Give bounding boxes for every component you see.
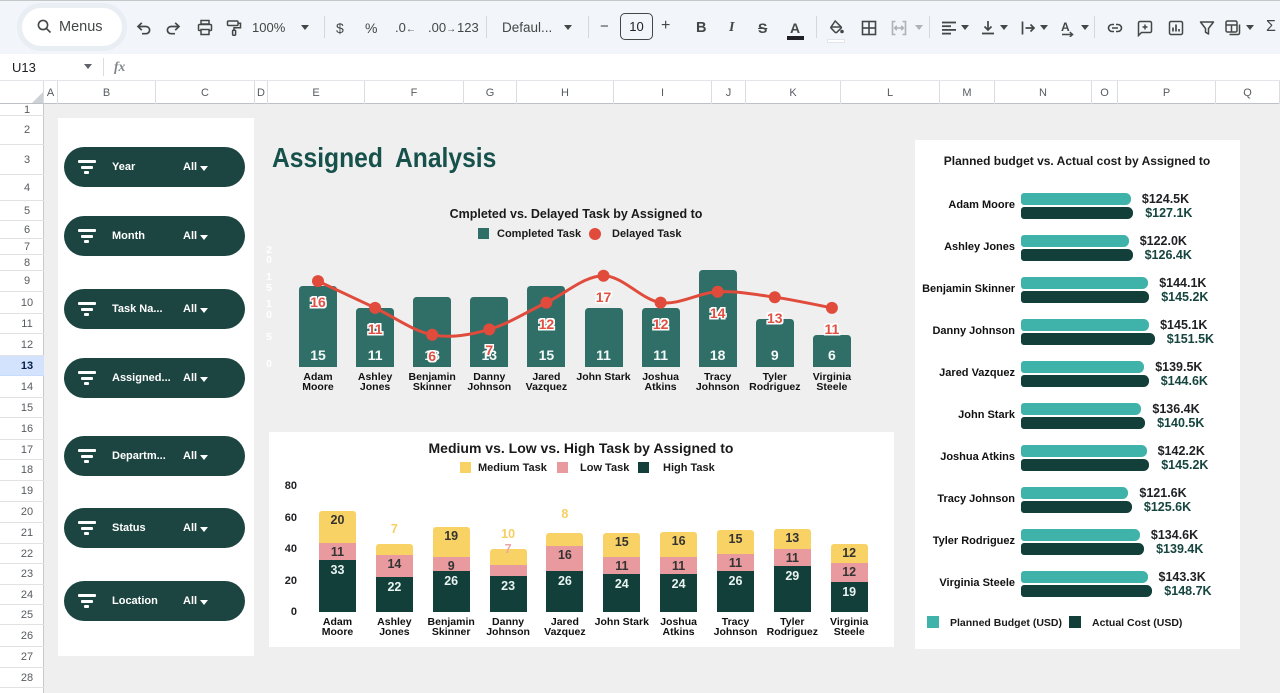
svg-text:A: A	[1061, 20, 1070, 34]
